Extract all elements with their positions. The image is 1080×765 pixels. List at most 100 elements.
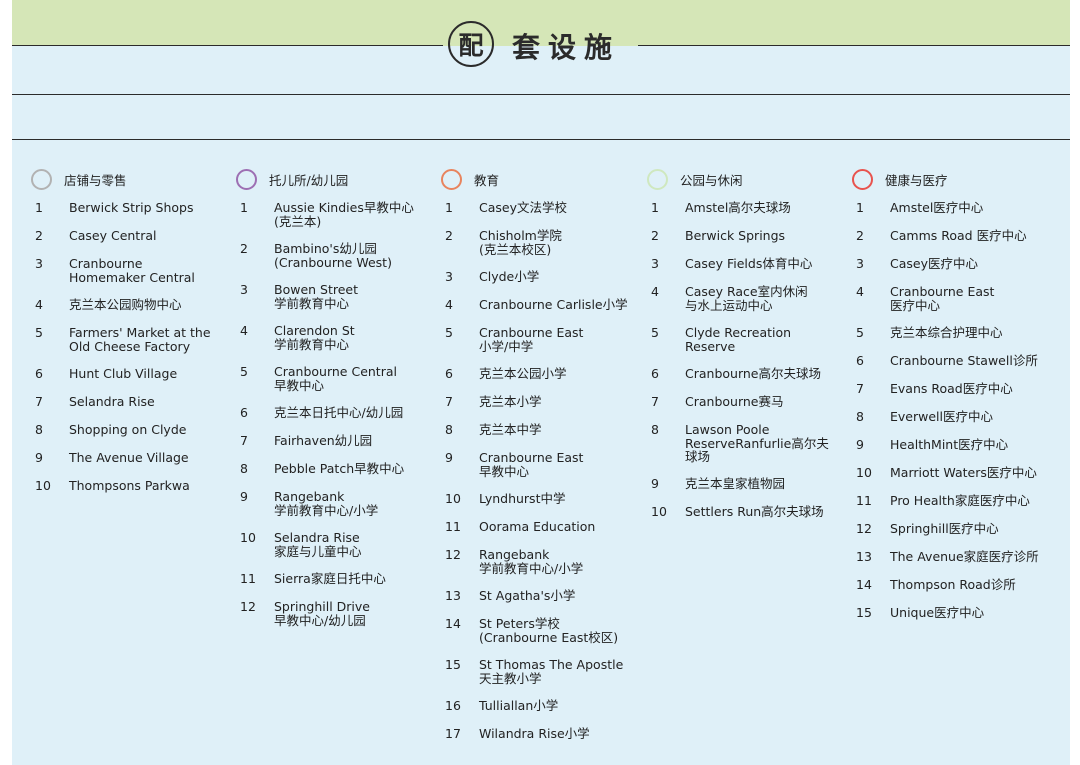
circle-marker-icon: [852, 168, 873, 190]
list-item: 4 克兰本公园购物中心: [31, 298, 211, 312]
item-number: 5: [35, 325, 43, 340]
list-item: 4 Casey Race室内休闲 与水上运动中心: [647, 285, 829, 312]
item-number: 6: [651, 366, 659, 381]
item-number: 4: [240, 323, 248, 338]
item-label: Evans Road医疗中心: [890, 381, 1013, 396]
list-item: 13 St Agatha's小学: [441, 589, 628, 603]
item-number: 5: [856, 325, 864, 340]
item-label: Lawson Poole ReserveRanfurlie高尔夫 球场: [685, 422, 829, 464]
item-number: 10: [445, 491, 461, 506]
item-label: 克兰本小学: [479, 394, 542, 409]
item-number: 2: [35, 228, 43, 243]
list-item: 14 Thompson Road诊所: [852, 578, 1039, 592]
item-label: Cranbourne Central 早教中心: [274, 364, 397, 393]
item-number: 14: [856, 577, 872, 592]
list-item: 4 Clarendon St 学前教育中心: [236, 324, 414, 351]
item-number: 14: [445, 616, 461, 631]
item-label: Berwick Springs: [685, 228, 786, 243]
item-label: Camms Road 医疗中心: [890, 228, 1027, 243]
item-label: Rangebank 学前教育中心/小学: [274, 489, 379, 518]
list-item: 3 Cranbourne Homemaker Central: [31, 257, 211, 284]
item-number: 1: [445, 200, 453, 215]
item-number: 3: [445, 269, 453, 284]
item-number: 15: [445, 657, 461, 672]
list-item: 7 Selandra Rise: [31, 395, 211, 409]
item-label: Clyde小学: [479, 269, 540, 284]
list-item: 3 Bowen Street 学前教育中心: [236, 283, 414, 310]
item-label: Thompsons Parkwa: [69, 478, 190, 493]
list-item: 10 Marriott Waters医疗中心: [852, 466, 1039, 480]
item-number: 10: [651, 504, 667, 519]
item-number: 2: [445, 228, 453, 243]
list-item: 10 Lyndhurst中学: [441, 492, 628, 506]
item-label: Shopping on Clyde: [69, 422, 187, 437]
item-label: 克兰本皇家植物园: [685, 476, 786, 491]
item-number: 5: [240, 364, 248, 379]
item-label: The Avenue家庭医疗诊所: [890, 549, 1039, 564]
item-number: 13: [856, 549, 872, 564]
item-label: Cranbourne Carlisle小学: [479, 297, 628, 312]
circle-marker-icon: [236, 168, 257, 190]
list-item: 1 Amstel高尔夫球场: [647, 201, 829, 215]
column-health-medical: 健康与医疗 1 Amstel医疗中心 2 Camms Road 医疗中心 3 Casey医…: [852, 166, 1039, 634]
item-number: 17: [445, 726, 461, 741]
item-number: 9: [240, 489, 248, 504]
item-number: 7: [35, 394, 43, 409]
item-label: Amstel高尔夫球场: [685, 200, 791, 215]
list-item: 11 Sierra家庭日托中心: [236, 572, 414, 586]
item-number: 8: [240, 461, 248, 476]
facility-list: 1 Amstel医疗中心 2 Camms Road 医疗中心 3 Casey医疗中心 4 Cr…: [852, 201, 1039, 620]
item-number: 2: [856, 228, 864, 243]
item-label: Cranbourne赛马: [685, 394, 784, 409]
item-label: Unique医疗中心: [890, 605, 985, 620]
item-number: 6: [856, 353, 864, 368]
list-item: 15 St Thomas The Apostle 天主教小学: [441, 658, 628, 685]
list-item: 5 Cranbourne Central 早教中心: [236, 365, 414, 392]
item-number: 16: [445, 698, 461, 713]
column-parks-leisure: 公园与休闲 1 Amstel高尔夫球场 2 Berwick Springs 3 Casey…: [647, 166, 829, 533]
item-label: Casey Race室内休闲 与水上运动中心: [685, 284, 808, 313]
list-item: 10 Thompsons Parkwa: [31, 479, 211, 493]
item-label: Tulliallan小学: [479, 698, 559, 713]
list-item: 12 Rangebank 学前教育中心/小学: [441, 548, 628, 575]
item-label: Pro Health家庭医疗中心: [890, 493, 1030, 508]
item-number: 10: [240, 530, 256, 545]
item-number: 5: [445, 325, 453, 340]
item-number: 1: [240, 200, 248, 215]
item-label: Fairhaven幼儿园: [274, 433, 373, 448]
list-item: 8 克兰本中学: [441, 423, 628, 437]
item-number: 11: [240, 571, 256, 586]
list-item: 9 Rangebank 学前教育中心/小学: [236, 490, 414, 517]
item-number: 12: [445, 547, 461, 562]
list-item: 9 HealthMint医疗中心: [852, 438, 1039, 452]
facility-list: 1 Aussie Kindies早教中心 (克兰本) 2 Bambino's幼儿园 (…: [236, 201, 414, 627]
item-label: Casey文法学校: [479, 200, 567, 215]
list-item: 6 克兰本公园小学: [441, 367, 628, 381]
list-item: 1 Aussie Kindies早教中心 (克兰本): [236, 201, 414, 228]
list-item: 6 Hunt Club Village: [31, 367, 211, 381]
list-item: 2 Camms Road 医疗中心: [852, 229, 1039, 243]
circle-marker-icon: [441, 168, 462, 190]
item-number: 6: [445, 366, 453, 381]
item-number: 3: [240, 282, 248, 297]
item-label: Cranbourne East 医疗中心: [890, 284, 995, 313]
list-item: 14 St Peters学校 (Cranbourne East校区): [441, 617, 628, 644]
item-label: Cranbourne Homemaker Central: [69, 256, 195, 285]
item-number: 9: [651, 476, 659, 491]
facility-list: 1 Berwick Strip Shops 2 Casey Central 3 Cranb…: [31, 201, 211, 493]
item-number: 5: [651, 325, 659, 340]
item-label: 克兰本公园小学: [479, 366, 567, 381]
item-number: 15: [856, 605, 872, 620]
column-heading: 健康与医疗: [852, 166, 1039, 192]
item-number: 2: [240, 241, 248, 256]
item-label: Farmers' Market at the Old Cheese Factor…: [69, 325, 211, 354]
item-label: HealthMint医疗中心: [890, 437, 1009, 452]
item-label: Springhill Drive 早教中心/幼儿园: [274, 599, 370, 628]
divider-bottom: [12, 139, 1070, 140]
item-label: Casey Fields体育中心: [685, 256, 813, 271]
item-label: Aussie Kindies早教中心 (克兰本): [274, 200, 414, 229]
item-label: Clyde Recreation Reserve: [685, 325, 792, 354]
item-label: Rangebank 学前教育中心/小学: [479, 547, 584, 576]
list-item: 8 Everwell医疗中心: [852, 410, 1039, 424]
item-label: Cranbourne Stawell诊所: [890, 353, 1038, 368]
